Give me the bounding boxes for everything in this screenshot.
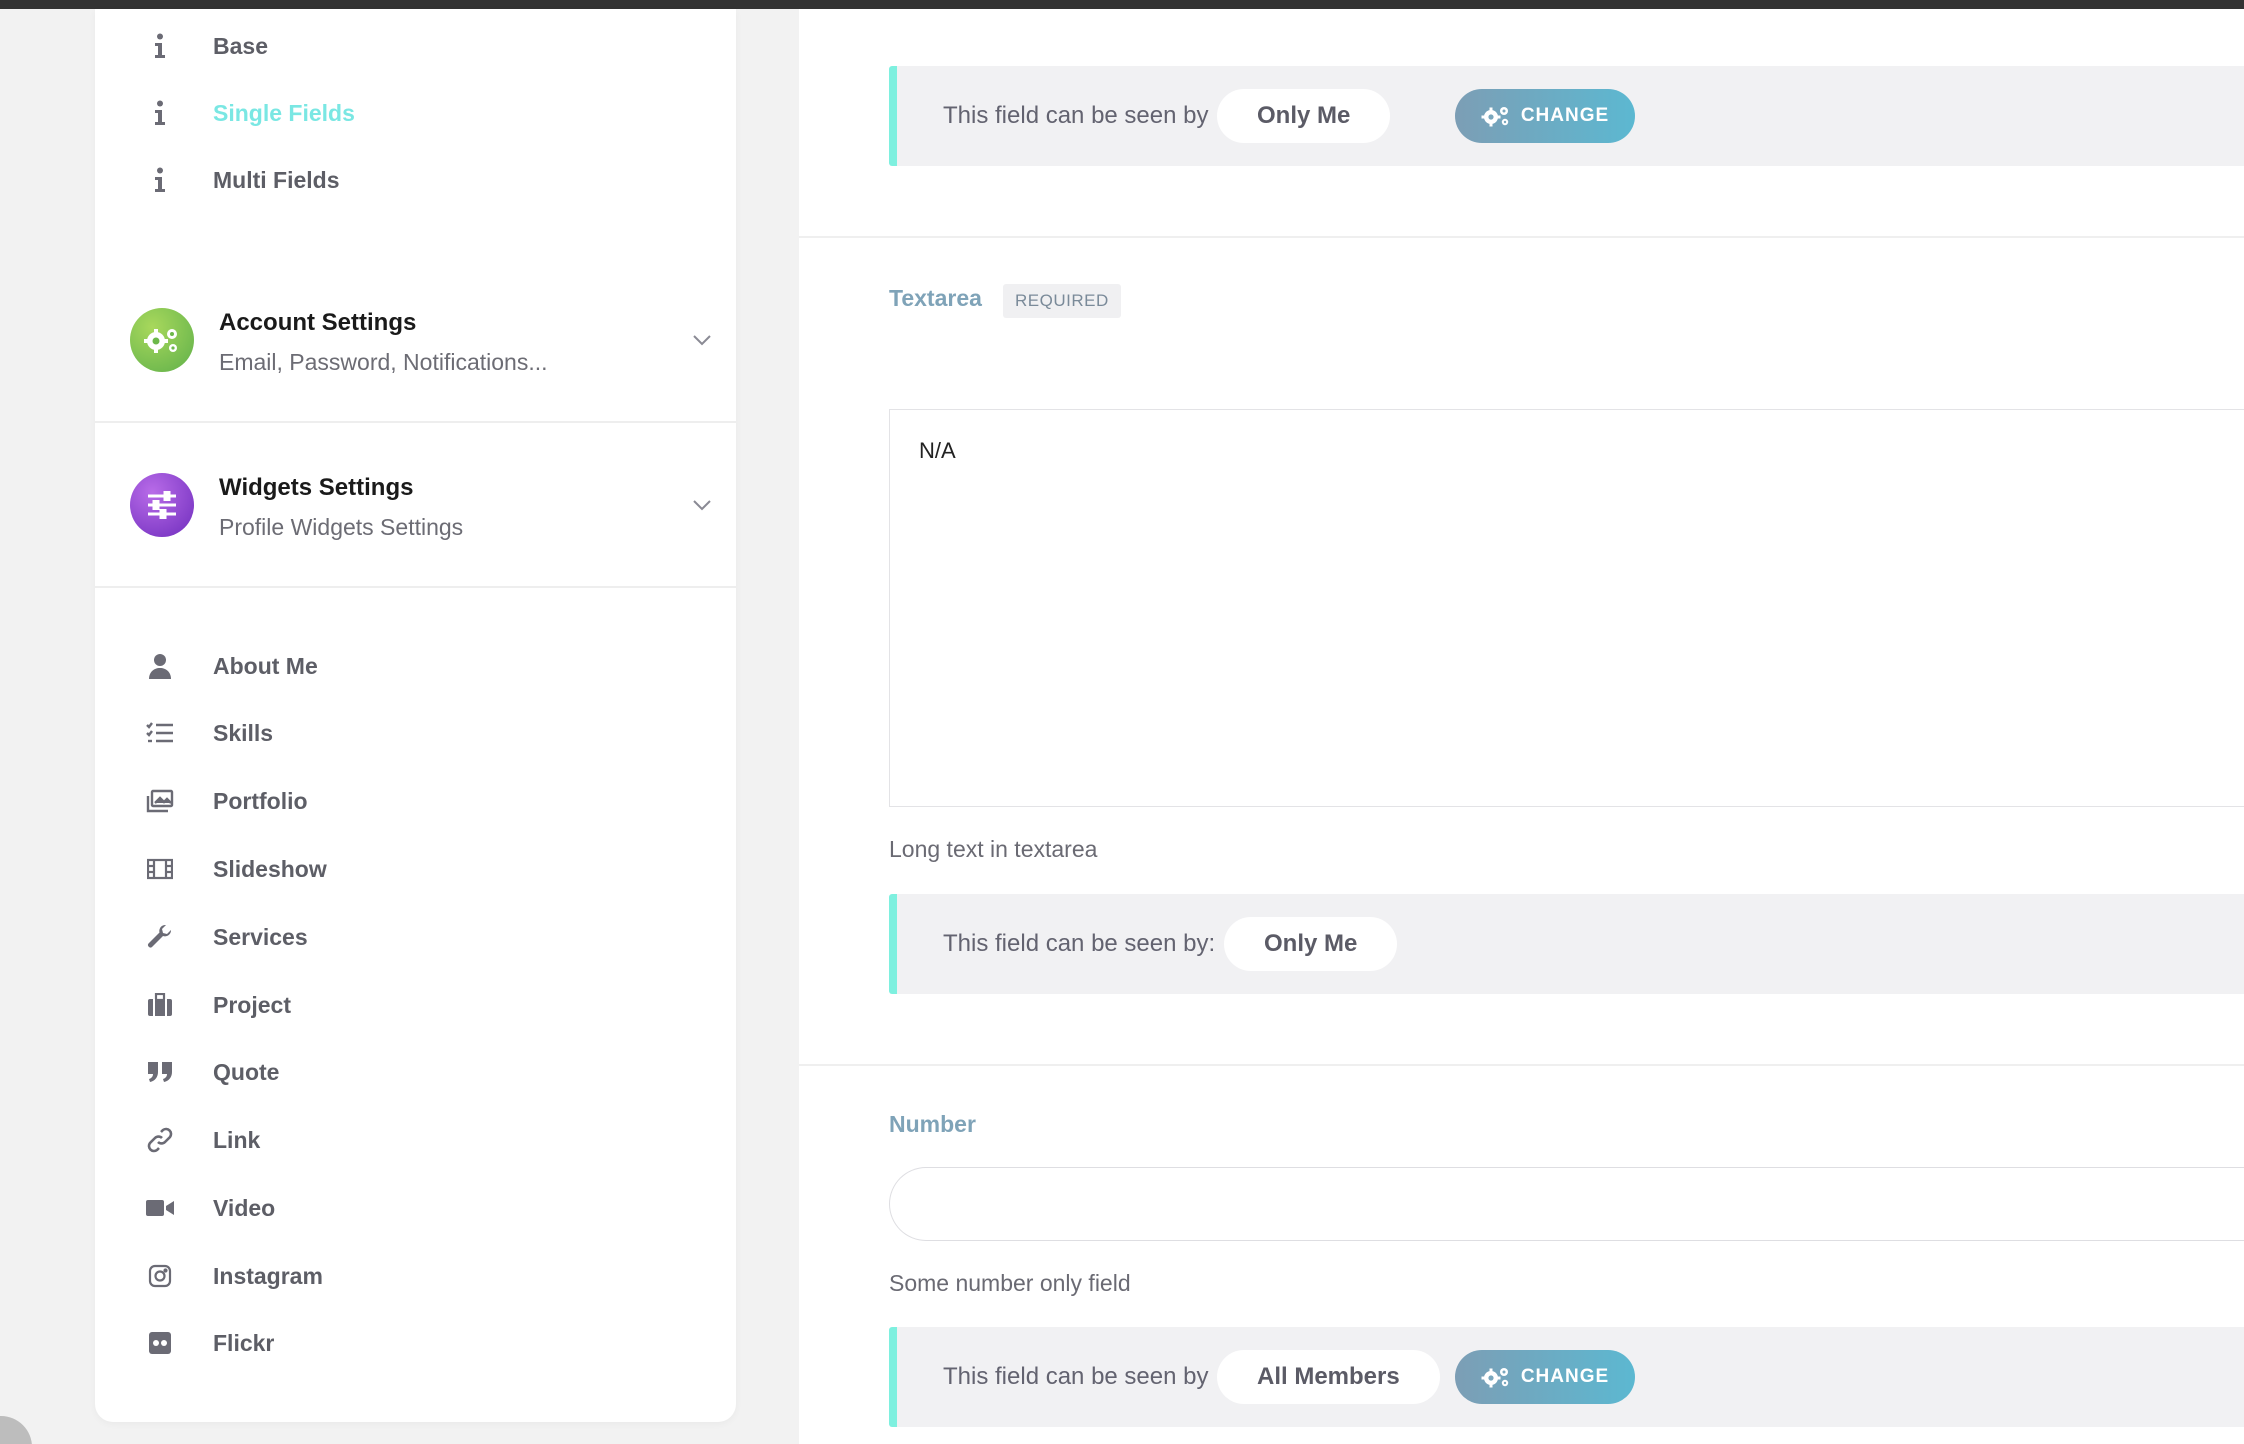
widget-item-label: Flickr <box>213 1329 275 1356</box>
sliders-icon <box>130 473 194 537</box>
nav-item-base[interactable]: Base <box>145 26 268 66</box>
change-visibility-button[interactable]: CHANGE <box>1455 1350 1635 1404</box>
widget-item-label: Slideshow <box>213 855 327 882</box>
visibility-text: This field can be seen by <box>943 1363 1209 1390</box>
briefcase-icon <box>145 990 175 1020</box>
number-input[interactable] <box>889 1167 2244 1241</box>
quote-icon <box>145 1057 175 1087</box>
required-badge: REQUIRED <box>1003 284 1121 318</box>
widget-item-quote[interactable]: Quote <box>145 1052 279 1092</box>
widget-item-label: Project <box>213 991 291 1018</box>
visibility-text: This field can be seen by: <box>943 930 1216 957</box>
widget-item-label: Video <box>213 1194 276 1221</box>
checklist-icon <box>145 718 175 748</box>
widget-item-label: About Me <box>213 652 318 679</box>
gears-icon <box>130 308 194 372</box>
widget-item-label: Portfolio <box>213 787 308 814</box>
scroll-to-top-button[interactable] <box>0 1416 32 1444</box>
divider <box>799 1064 2244 1066</box>
widget-item-label: Skills <box>213 719 274 746</box>
section-title: Widgets Settings <box>219 474 414 501</box>
widget-item-services[interactable]: Services <box>145 917 308 957</box>
nav-item-label: Single Fields <box>213 99 355 126</box>
main-content: This field can be seen by Only Me CHANGE… <box>799 9 2244 1444</box>
textarea-input[interactable]: N/A <box>889 409 2244 807</box>
top-bar <box>0 0 2244 9</box>
widget-item-link[interactable]: Link <box>145 1120 260 1160</box>
nav-item-multi-fields[interactable]: Multi Fields <box>145 160 340 200</box>
change-visibility-button[interactable]: CHANGE <box>1455 89 1635 143</box>
widget-item-project[interactable]: Project <box>145 985 291 1025</box>
flickr-icon <box>145 1328 175 1358</box>
info-icon <box>145 98 175 128</box>
section-subtitle: Email, Password, Notifications... <box>219 349 548 375</box>
change-button-label: CHANGE <box>1520 105 1610 126</box>
visibility-value: Only Me <box>1224 917 1398 971</box>
number-help-text: Some number only field <box>889 1270 1131 1296</box>
widget-item-video[interactable]: Video <box>145 1188 275 1228</box>
section-account-settings[interactable]: Account Settings Email, Password, Notifi… <box>95 259 736 423</box>
chevron-down-icon[interactable] <box>690 493 714 517</box>
widget-item-skills[interactable]: Skills <box>145 713 273 753</box>
visibility-bar: This field can be seen by Only Me CHANGE <box>889 66 2244 166</box>
widget-item-about-me[interactable]: About Me <box>145 646 318 686</box>
visibility-value: All Members <box>1217 1350 1440 1404</box>
textarea-help-text: Long text in textarea <box>889 836 1098 862</box>
widget-item-label: Services <box>213 923 308 950</box>
change-button-label: CHANGE <box>1520 1366 1610 1387</box>
widget-item-label: Link <box>213 1126 261 1153</box>
chevron-down-icon[interactable] <box>690 328 714 352</box>
sidebar: Base Single Fields Multi Fields Account … <box>95 9 736 1422</box>
video-camera-icon <box>145 1193 175 1223</box>
info-icon <box>145 31 175 61</box>
widget-item-label: Instagram <box>213 1262 323 1289</box>
textarea-field-label: Textarea <box>889 285 982 311</box>
nav-item-label: Base <box>213 32 268 59</box>
info-icon <box>145 165 175 195</box>
visibility-text: This field can be seen by <box>943 102 1209 129</box>
visibility-bar: This field can be seen by: Only Me <box>889 894 2244 994</box>
gears-icon <box>1481 107 1509 127</box>
widget-item-label: Quote <box>213 1058 280 1085</box>
visibility-bar: This field can be seen by All Members CH… <box>889 1327 2244 1427</box>
widget-item-flickr[interactable]: Flickr <box>145 1323 274 1363</box>
images-icon <box>145 786 175 816</box>
instagram-icon <box>145 1261 175 1291</box>
nav-item-single-fields[interactable]: Single Fields <box>145 93 355 133</box>
section-widgets-settings[interactable]: Widgets Settings Profile Widgets Setting… <box>95 424 736 588</box>
section-title: Account Settings <box>219 309 417 336</box>
number-field-label: Number <box>889 1111 976 1137</box>
film-icon <box>145 854 175 884</box>
nav-item-label: Multi Fields <box>213 166 340 193</box>
visibility-value: Only Me <box>1217 89 1391 143</box>
widget-item-slideshow[interactable]: Slideshow <box>145 849 327 889</box>
divider <box>799 236 2244 238</box>
user-icon <box>145 651 175 681</box>
link-icon <box>145 1125 175 1155</box>
wrench-icon <box>145 922 175 952</box>
widget-item-portfolio[interactable]: Portfolio <box>145 781 308 821</box>
widget-item-instagram[interactable]: Instagram <box>145 1256 323 1296</box>
gears-icon <box>1481 1368 1509 1388</box>
section-subtitle: Profile Widgets Settings <box>219 514 464 540</box>
